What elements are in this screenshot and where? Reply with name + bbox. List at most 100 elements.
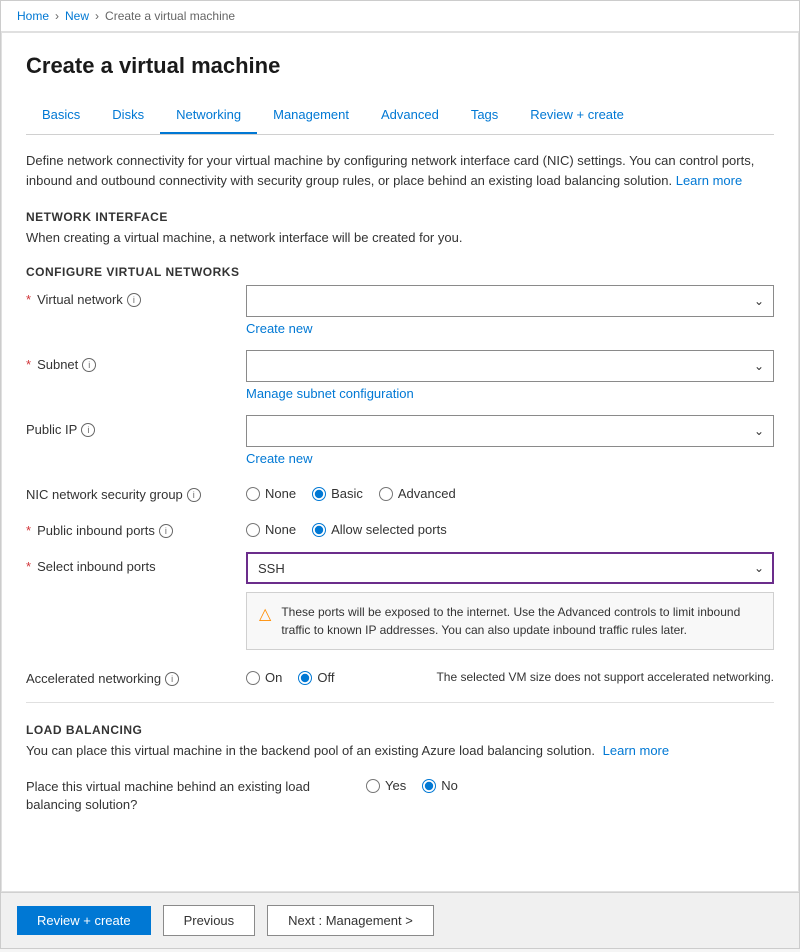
nic-security-group-label: NIC network security group i xyxy=(26,480,246,502)
tab-management[interactable]: Management xyxy=(257,97,365,134)
public-ip-create-new-link[interactable]: Create new xyxy=(246,451,312,466)
section-divider xyxy=(26,702,774,703)
select-inbound-required-star: * xyxy=(26,559,31,574)
warning-box: △ These ports will be exposed to the int… xyxy=(246,592,774,650)
tabs-bar: Basics Disks Networking Management Advan… xyxy=(26,97,774,135)
review-create-button[interactable]: Review + create xyxy=(17,906,151,935)
page-title: Create a virtual machine xyxy=(26,53,774,79)
nic-security-advanced-option[interactable]: Advanced xyxy=(379,486,456,501)
inbound-ports-info-icon[interactable]: i xyxy=(159,524,173,538)
subnet-info-icon[interactable]: i xyxy=(82,358,96,372)
tab-disks[interactable]: Disks xyxy=(96,97,160,134)
lb-yes-radio[interactable] xyxy=(366,779,380,793)
tab-review-create[interactable]: Review + create xyxy=(514,97,640,134)
nic-security-advanced-radio[interactable] xyxy=(379,487,393,501)
lb-no-option[interactable]: No xyxy=(422,778,458,793)
vnet-info-icon[interactable]: i xyxy=(127,293,141,307)
virtual-network-label: * Virtual network i xyxy=(26,285,246,307)
select-inbound-ports-label: * Select inbound ports xyxy=(26,552,246,574)
configure-vnet-header: CONFIGURE VIRTUAL NETWORKS xyxy=(26,265,774,279)
tab-advanced[interactable]: Advanced xyxy=(365,97,455,134)
accel-note: The selected VM size does not support ac… xyxy=(334,670,774,684)
subnet-label: * Subnet i xyxy=(26,350,246,372)
next-management-button[interactable]: Next : Management > xyxy=(267,905,434,936)
load-balancing-control: Yes No xyxy=(366,772,774,793)
accel-off-radio[interactable] xyxy=(298,671,312,685)
load-balancing-radio-group: Yes No xyxy=(366,772,774,793)
public-ip-dropdown[interactable] xyxy=(246,415,774,447)
inbound-none-option[interactable]: None xyxy=(246,522,296,537)
breadcrumb-sep-1: › xyxy=(55,9,59,23)
select-inbound-ports-dropdown-wrapper: SSH HTTP HTTPS RDP ⌄ xyxy=(246,552,774,584)
select-inbound-ports-row: * Select inbound ports SSH HTTP HTTPS RD… xyxy=(26,552,774,650)
subnet-row: * Subnet i ⌄ Manage subnet configuration xyxy=(26,350,774,401)
accelerated-networking-label: Accelerated networking i xyxy=(26,664,246,686)
virtual-network-control: ⌄ Create new xyxy=(246,285,774,336)
previous-button[interactable]: Previous xyxy=(163,905,256,936)
description-text: Define network connectivity for your vir… xyxy=(26,151,774,190)
footer-bar: Review + create Previous Next : Manageme… xyxy=(1,892,799,948)
inbound-allow-selected-radio[interactable] xyxy=(312,523,326,537)
vnet-create-new-link[interactable]: Create new xyxy=(246,321,312,336)
network-interface-desc: When creating a virtual machine, a netwo… xyxy=(26,230,774,245)
public-ip-control: ⌄ Create new xyxy=(246,415,774,466)
lb-no-radio[interactable] xyxy=(422,779,436,793)
subnet-dropdown[interactable] xyxy=(246,350,774,382)
main-content: Create a virtual machine Basics Disks Ne… xyxy=(1,32,799,892)
breadcrumb-home[interactable]: Home xyxy=(17,9,49,23)
accelerated-networking-radio-group: On Off xyxy=(246,664,334,685)
vnet-dropdown-wrapper: ⌄ xyxy=(246,285,774,317)
nic-security-basic-option[interactable]: Basic xyxy=(312,486,363,501)
load-balancing-header: LOAD BALANCING xyxy=(26,723,774,737)
select-inbound-ports-control: SSH HTTP HTTPS RDP ⌄ △ These ports will … xyxy=(246,552,774,650)
nic-security-group-control: None Basic Advanced xyxy=(246,480,774,501)
subnet-required-star: * xyxy=(26,357,31,372)
subnet-control: ⌄ Manage subnet configuration xyxy=(246,350,774,401)
public-ip-label: Public IP i xyxy=(26,415,246,437)
warning-text: These ports will be exposed to the inter… xyxy=(281,603,761,639)
load-balancing-row: Place this virtual machine behind an exi… xyxy=(26,772,774,814)
nic-security-basic-radio[interactable] xyxy=(312,487,326,501)
breadcrumb-current: Create a virtual machine xyxy=(105,9,235,23)
subnet-dropdown-wrapper: ⌄ xyxy=(246,350,774,382)
accelerated-networking-control: On Off The selected VM size does not sup… xyxy=(246,664,774,685)
warning-icon: △ xyxy=(259,604,271,624)
accel-on-option[interactable]: On xyxy=(246,670,282,685)
nic-security-radio-group: None Basic Advanced xyxy=(246,480,774,501)
public-ip-info-icon[interactable]: i xyxy=(81,423,95,437)
tab-networking[interactable]: Networking xyxy=(160,97,257,134)
tab-tags[interactable]: Tags xyxy=(455,97,514,134)
lb-yes-option[interactable]: Yes xyxy=(366,778,406,793)
nic-security-info-icon[interactable]: i xyxy=(187,488,201,502)
nic-security-none-option[interactable]: None xyxy=(246,486,296,501)
vnet-required-star: * xyxy=(26,292,31,307)
select-inbound-ports-dropdown[interactable]: SSH HTTP HTTPS RDP xyxy=(246,552,774,584)
inbound-allow-selected-option[interactable]: Allow selected ports xyxy=(312,522,447,537)
public-inbound-ports-control: None Allow selected ports xyxy=(246,516,774,537)
subnet-manage-link[interactable]: Manage subnet configuration xyxy=(246,386,414,401)
load-balancing-label: Place this virtual machine behind an exi… xyxy=(26,772,366,814)
network-interface-header: NETWORK INTERFACE xyxy=(26,210,774,224)
accel-on-radio[interactable] xyxy=(246,671,260,685)
nic-security-none-radio[interactable] xyxy=(246,487,260,501)
description-learn-link[interactable]: Learn more xyxy=(676,173,742,188)
accelerated-networking-row: Accelerated networking i On Off xyxy=(26,664,774,686)
inbound-required-star: * xyxy=(26,523,31,538)
accelerated-networking-info-icon[interactable]: i xyxy=(165,672,179,686)
inbound-none-radio[interactable] xyxy=(246,523,260,537)
breadcrumb-new[interactable]: New xyxy=(65,9,89,23)
nic-security-group-row: NIC network security group i None Basic … xyxy=(26,480,774,502)
load-balancing-desc: You can place this virtual machine in th… xyxy=(26,743,774,758)
tab-basics[interactable]: Basics xyxy=(26,97,96,134)
breadcrumb: Home › New › Create a virtual machine xyxy=(1,1,799,32)
public-ip-dropdown-wrapper: ⌄ xyxy=(246,415,774,447)
breadcrumb-sep-2: › xyxy=(95,9,99,23)
inbound-ports-radio-group: None Allow selected ports xyxy=(246,516,774,537)
public-ip-row: Public IP i ⌄ Create new xyxy=(26,415,774,466)
virtual-network-row: * Virtual network i ⌄ Create new xyxy=(26,285,774,336)
virtual-network-dropdown[interactable] xyxy=(246,285,774,317)
public-inbound-ports-row: * Public inbound ports i None Allow sele… xyxy=(26,516,774,538)
load-balancing-learn-link[interactable]: Learn more xyxy=(603,743,669,758)
public-inbound-ports-label: * Public inbound ports i xyxy=(26,516,246,538)
accel-off-option[interactable]: Off xyxy=(298,670,334,685)
